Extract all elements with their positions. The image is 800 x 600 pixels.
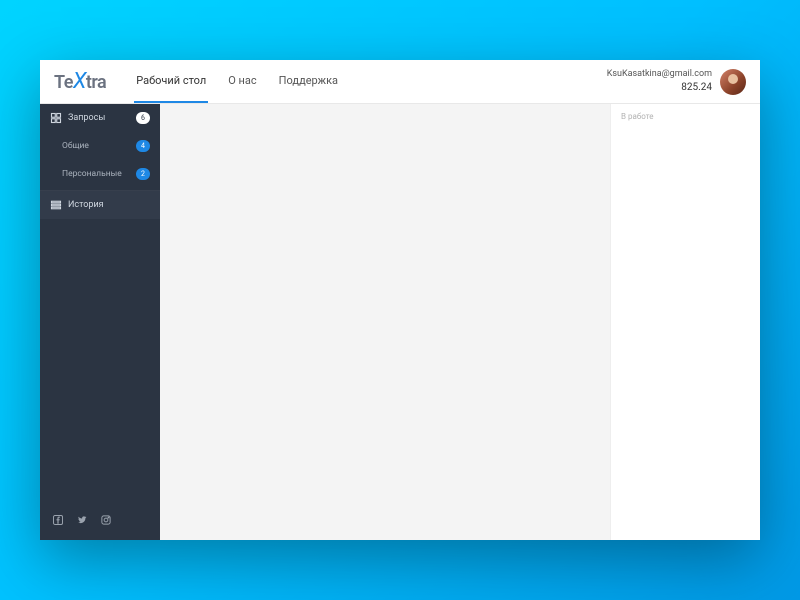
main-content (160, 104, 610, 540)
sidebar-common-label: Общие (62, 141, 130, 151)
sidebar-requests-label: Запросы (68, 113, 130, 123)
right-panel-status: В работе (621, 112, 750, 121)
logo-part3: tra (86, 72, 106, 93)
app-window: TeXtra Рабочий стол О нас Поддержка KsuK… (40, 60, 760, 540)
right-panel: В работе (610, 104, 760, 540)
header: TeXtra Рабочий стол О нас Поддержка KsuK… (40, 60, 760, 104)
nav-about[interactable]: О нас (226, 60, 258, 103)
sidebar-item-history[interactable]: История (40, 191, 160, 219)
sidebar-common-badge: 4 (136, 140, 150, 152)
facebook-icon[interactable] (52, 514, 64, 526)
sidebar-personal-label: Персональные (62, 169, 130, 179)
top-nav: Рабочий стол О нас Поддержка (134, 60, 340, 103)
avatar[interactable] (720, 69, 746, 95)
user-block[interactable]: KsuKasatkina@gmail.com 825.24 (607, 69, 746, 95)
instagram-icon[interactable] (100, 514, 112, 526)
logo-part2: X (73, 69, 86, 94)
sidebar-item-common[interactable]: Общие 4 (40, 132, 160, 160)
sidebar: Запросы 6 Общие 4 Персональные 2 История (40, 104, 160, 540)
nav-desktop[interactable]: Рабочий стол (134, 60, 208, 103)
user-balance: 825.24 (681, 81, 712, 94)
history-icon (50, 199, 62, 211)
user-email: KsuKasatkina@gmail.com (607, 69, 712, 81)
sidebar-item-requests[interactable]: Запросы 6 (40, 104, 160, 132)
sidebar-requests-badge: 6 (136, 112, 150, 124)
requests-icon (50, 112, 62, 124)
sidebar-history-label: История (68, 200, 150, 210)
logo[interactable]: TeXtra (54, 69, 106, 94)
body: Запросы 6 Общие 4 Персональные 2 История (40, 104, 760, 540)
sidebar-item-personal[interactable]: Персональные 2 (40, 160, 160, 188)
nav-support[interactable]: Поддержка (277, 60, 340, 103)
sidebar-social (40, 504, 160, 540)
twitter-icon[interactable] (76, 514, 88, 526)
user-text: KsuKasatkina@gmail.com 825.24 (607, 69, 712, 94)
sidebar-personal-badge: 2 (136, 168, 150, 180)
logo-part1: Te (54, 72, 73, 93)
